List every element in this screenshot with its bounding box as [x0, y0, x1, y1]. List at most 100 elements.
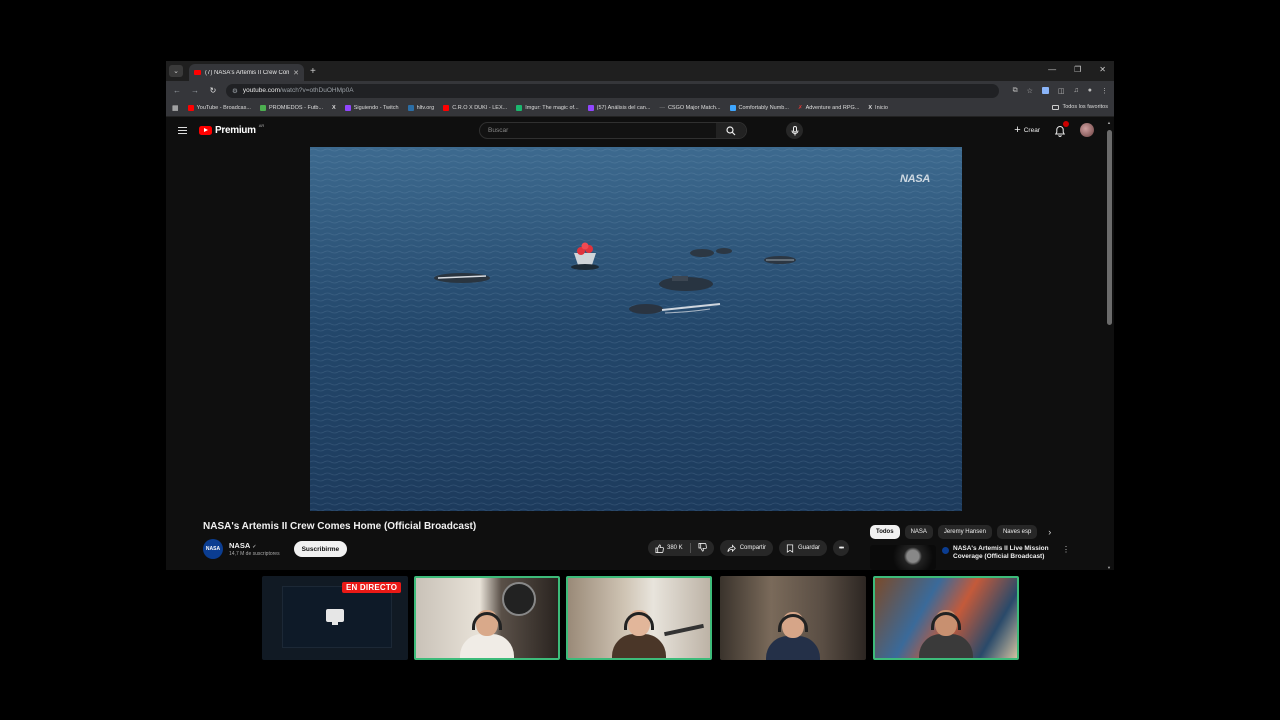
bookmark-item[interactable]: C.R.O X DUKI - LEX... — [443, 105, 507, 111]
bookmark-label: PROMIEDOS - Futb... — [268, 105, 324, 111]
profile-icon[interactable]: ● — [1088, 87, 1092, 95]
bookmark-favicon-icon — [407, 105, 414, 111]
bookmark-label: Siguiendo - Twitch — [353, 105, 399, 111]
streamer — [915, 606, 977, 658]
screen-share-icon — [326, 609, 344, 625]
video-player[interactable]: NASA — [310, 147, 962, 511]
bookmark-label: Inicio — [875, 105, 888, 111]
share-icon — [727, 543, 736, 552]
bookmark-item[interactable]: (57) Análisis del can... — [587, 105, 650, 111]
live-badge: EN DIRECTO — [342, 582, 402, 593]
search-button[interactable] — [716, 123, 746, 138]
channel-name[interactable]: NASA — [229, 541, 250, 550]
guide-menu-icon[interactable] — [178, 127, 187, 134]
bookmark-item[interactable]: X — [332, 105, 336, 111]
toolbar-icons: ⧉ ☆ ◫ ♫ ● ⋮ — [1013, 86, 1108, 95]
bookmark-favicon-icon — [344, 105, 351, 111]
back-icon[interactable]: ← — [172, 86, 182, 95]
bookmark-favicon-icon — [443, 105, 450, 111]
address-bar[interactable]: ⚙ youtube.com/watch?v=othDuOHMp0A — [226, 83, 999, 98]
page-scrollbar[interactable]: ▲ ▼ — [1107, 120, 1112, 570]
chevron-right-icon[interactable]: › — [1048, 527, 1051, 537]
extension-icon[interactable] — [1041, 86, 1049, 94]
scrollbar-thumb[interactable] — [1107, 130, 1112, 325]
bookmark-icon — [786, 543, 794, 553]
webcam-tile — [873, 576, 1019, 660]
apps-grid-icon[interactable]: ▦ — [172, 104, 179, 112]
like-count: 380 K — [667, 545, 683, 551]
recommended-video[interactable]: NASA's Artemis II Live Mission Coverage … — [870, 545, 1070, 570]
search-input[interactable]: Buscar — [480, 127, 716, 134]
channel-name-row[interactable]: NASA ✓ — [229, 541, 280, 550]
bookmark-item[interactable]: Comfortably Numb... — [729, 105, 789, 111]
scroll-down-icon[interactable]: ▼ — [1107, 565, 1111, 570]
chip-jeremy-hansen[interactable]: Jeremy Hansen — [937, 525, 992, 539]
new-tab-button[interactable]: + — [310, 66, 316, 77]
more-actions-button[interactable]: ••• — [833, 540, 850, 556]
menu-kebab-icon[interactable]: ⋮ — [1101, 87, 1108, 95]
create-label: Crear — [1023, 126, 1040, 134]
restore-icon[interactable]: ❐ — [1074, 65, 1081, 74]
share-label: Compartir — [739, 545, 767, 551]
save-button[interactable]: Guardar — [779, 540, 828, 556]
site-info-icon[interactable]: ⚙ — [232, 87, 238, 95]
scroll-up-icon[interactable]: ▲ — [1107, 120, 1111, 125]
notification-badge — [1063, 121, 1069, 127]
reload-icon[interactable]: ↻ — [208, 86, 218, 95]
close-tab-icon[interactable]: ✕ — [293, 69, 299, 77]
bookmark-item[interactable]: X Inicio — [868, 105, 888, 111]
bookmark-star-icon[interactable]: ☆ — [1027, 87, 1033, 95]
youtube-favicon-icon — [194, 70, 201, 75]
x-favicon-icon: X — [868, 105, 873, 111]
bookmark-item[interactable]: Siguiendo - Twitch — [344, 105, 399, 111]
all-bookmarks-button[interactable]: Todos los favoritos — [1048, 104, 1108, 110]
bookmarks-bar: ▦ YouTube - Broadcas... PROMIEDOS - Futb… — [166, 100, 1114, 117]
channel-avatar-small — [942, 547, 949, 554]
rec-menu-icon[interactable]: ⋮ — [1062, 545, 1070, 570]
chip-nasa[interactable]: NASA — [904, 525, 933, 539]
voice-search-button[interactable] — [786, 122, 803, 139]
media-icon[interactable]: ♫ — [1074, 87, 1079, 95]
browser-tab-active[interactable]: (7) NASA's Artemis II Crew Com ✕ — [189, 64, 304, 81]
bookmark-label: CSGO Major Match... — [667, 105, 721, 111]
bookmark-label: C.R.O X DUKI - LEX... — [452, 105, 508, 111]
bookmark-label: Comfortably Numb... — [738, 105, 789, 111]
dislike-button[interactable] — [698, 542, 707, 554]
search-box[interactable]: Buscar — [479, 122, 747, 139]
bookmark-item[interactable]: hltv.org — [407, 105, 434, 111]
close-window-icon[interactable]: ✕ — [1099, 65, 1106, 74]
verified-icon: ✓ — [252, 544, 257, 550]
folder-icon — [1052, 104, 1060, 110]
rec-info: NASA's Artemis II Live Mission Coverage … — [942, 545, 1070, 570]
save-label: Guardar — [798, 545, 821, 551]
bookmark-item[interactable]: — CSGO Major Match... — [659, 105, 720, 111]
rec-thumbnail[interactable] — [870, 545, 936, 570]
header-actions: + Crear — [1014, 121, 1094, 137]
chip-all[interactable]: Todos — [870, 525, 900, 539]
bookmark-favicon-icon: ✗ — [797, 105, 803, 111]
create-button[interactable]: + Crear — [1014, 124, 1040, 136]
channel-avatar[interactable]: NASA — [203, 539, 223, 559]
video-actions: 380 K Compartir Guardar ••• — [648, 540, 850, 556]
subscribe-button[interactable]: Suscribirme — [293, 541, 348, 557]
rec-title[interactable]: NASA's Artemis II Live Mission Coverage … — [953, 545, 1054, 570]
bookmark-item[interactable]: PROMIEDOS - Futb... — [259, 105, 324, 111]
notifications-button[interactable] — [1054, 121, 1069, 137]
cast-icon[interactable]: ⧉ — [1013, 87, 1018, 95]
bookmark-dash-icon: — — [659, 105, 665, 111]
like-button[interactable]: 380 K — [655, 543, 683, 553]
chip-spacecraft[interactable]: Naves esp — [996, 525, 1038, 539]
forward-icon[interactable]: → — [190, 86, 200, 95]
bookmark-item[interactable]: YouTube - Broadcas... — [187, 105, 251, 111]
tab-search-button[interactable]: ⌄ — [169, 65, 183, 77]
nasa-watermark: NASA — [900, 173, 930, 185]
extensions-puzzle-icon[interactable]: ◫ — [1058, 87, 1065, 95]
account-avatar[interactable] — [1080, 123, 1094, 137]
youtube-logo[interactable]: Premium AR — [199, 123, 264, 136]
minimize-icon[interactable]: — — [1048, 65, 1056, 74]
bookmark-item[interactable]: Imgur: The magic of... — [516, 105, 579, 111]
bookmark-favicon-icon — [729, 105, 736, 111]
bookmark-label: Imgur: The magic of... — [525, 105, 579, 111]
bookmark-item[interactable]: ✗ Adventure and RPG... — [798, 105, 859, 111]
share-button[interactable]: Compartir — [719, 540, 774, 556]
